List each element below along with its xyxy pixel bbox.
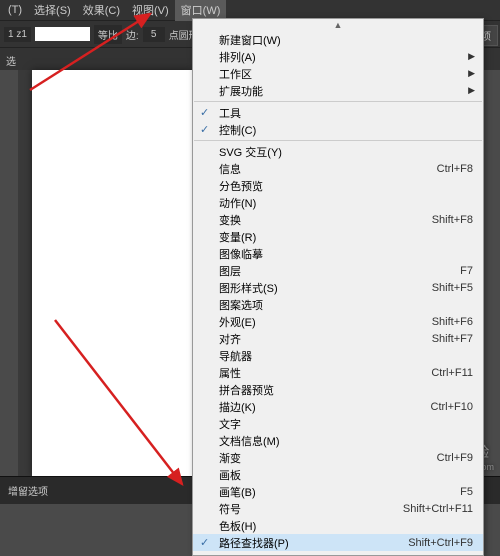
menu-document-info[interactable]: 文档信息(M) <box>193 432 483 449</box>
scroll-up-arrow[interactable]: ▲ <box>193 19 483 31</box>
artboard[interactable] <box>32 70 192 476</box>
menu-navigator[interactable]: 导航器 <box>193 347 483 364</box>
shape-sides: 边: <box>126 27 139 42</box>
menu-t[interactable]: (T) <box>2 1 28 19</box>
sides-value[interactable]: 5 <box>143 27 165 42</box>
menu-pattern-options[interactable]: 图案选项 <box>193 296 483 313</box>
menu-appearance[interactable]: 外观(E)Shift+F6 <box>193 313 483 330</box>
status-left[interactable]: 增留选项 <box>0 483 56 498</box>
menu-new-window[interactable]: 新建窗口(W) <box>193 31 483 48</box>
menu-arrange[interactable]: 排列(A)▶ <box>193 48 483 65</box>
menu-separation-preview[interactable]: 分色预览 <box>193 177 483 194</box>
menu-align[interactable]: 对齐Shift+F7 <box>193 330 483 347</box>
menu-graphic-styles[interactable]: 图形样式(S)Shift+F5 <box>193 279 483 296</box>
menu-artboards[interactable]: 画板 <box>193 466 483 483</box>
menu-brushes[interactable]: 画笔(B)F5 <box>193 483 483 500</box>
menu-pathfinder[interactable]: ✓路径查找器(P)Shift+Ctrl+F9 <box>193 534 483 551</box>
menubar: (T) 选择(S) 效果(C) 视图(V) 窗口(W) <box>0 0 500 20</box>
menu-actions[interactable]: 动作(N) <box>193 194 483 211</box>
menu-flattener-preview[interactable]: 拼合器预览 <box>193 381 483 398</box>
menu-control[interactable]: ✓控制(C) <box>193 121 483 138</box>
zoom-field[interactable]: 1 z1 <box>4 27 31 42</box>
menu-stroke[interactable]: 描边(K)Ctrl+F10 <box>193 398 483 415</box>
menu-image-trace[interactable]: 图像临摹 <box>193 245 483 262</box>
menu-info[interactable]: 信息Ctrl+F8 <box>193 160 483 177</box>
menu-symbols[interactable]: 符号Shift+Ctrl+F11 <box>193 500 483 517</box>
menu-extension[interactable]: 扩展功能▶ <box>193 82 483 99</box>
menu-tools[interactable]: ✓工具 <box>193 104 483 121</box>
menu-separator <box>194 140 482 141</box>
menu-workspace[interactable]: 工作区▶ <box>193 65 483 82</box>
menu-attributes[interactable]: 属性Ctrl+F11 <box>193 364 483 381</box>
menu-layers[interactable]: 图层F7 <box>193 262 483 279</box>
check-icon: ✓ <box>200 106 209 119</box>
menu-effect[interactable]: 效果(C) <box>77 0 126 21</box>
submenu-arrow-icon: ▶ <box>468 51 475 62</box>
stroke-preview[interactable] <box>35 27 90 41</box>
document-tab[interactable]: 选 <box>0 50 22 71</box>
submenu-arrow-icon: ▶ <box>468 85 475 96</box>
submenu-arrow-icon: ▶ <box>468 68 475 79</box>
menu-type[interactable]: 文字 <box>193 415 483 432</box>
menu-svg-interactivity[interactable]: SVG 交互(Y) <box>193 143 483 160</box>
check-icon: ✓ <box>200 123 209 136</box>
menu-variables[interactable]: 变量(R) <box>193 228 483 245</box>
ruler-vertical <box>18 70 32 476</box>
scale-mode[interactable]: 等比 <box>94 25 122 44</box>
menu-transform[interactable]: 变换Shift+F8 <box>193 211 483 228</box>
check-icon: ✓ <box>200 536 209 549</box>
menu-separator <box>194 101 482 102</box>
window-menu-dropdown: ▲ 新建窗口(W) 排列(A)▶ 工作区▶ 扩展功能▶ ✓工具 ✓控制(C) S… <box>192 18 484 556</box>
menu-swatches[interactable]: 色板(H) <box>193 517 483 534</box>
menu-gradient[interactable]: 渐变Ctrl+F9 <box>193 449 483 466</box>
menu-view[interactable]: 视图(V) <box>126 0 175 21</box>
menu-select[interactable]: 选择(S) <box>28 0 77 21</box>
